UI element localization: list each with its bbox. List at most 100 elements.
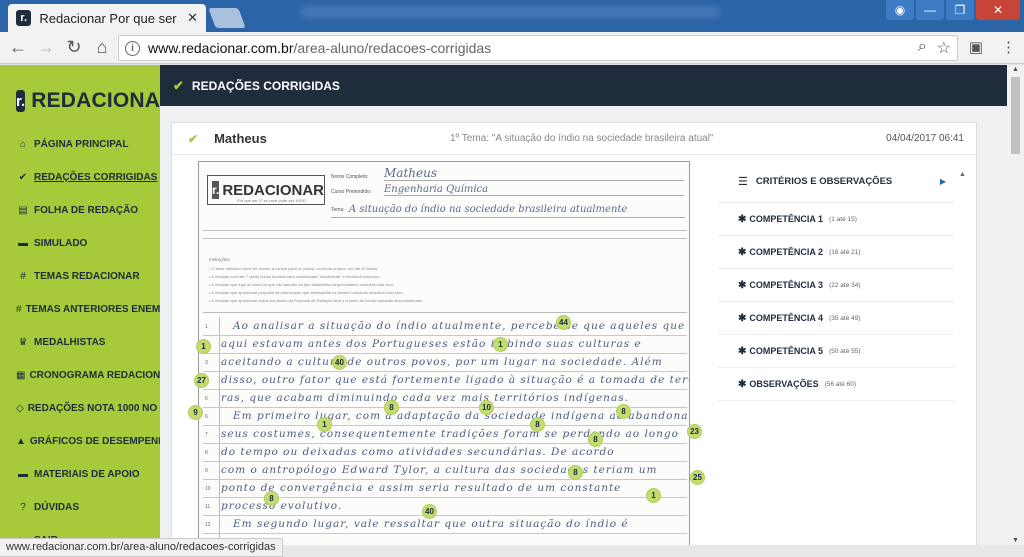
sidebar-item-cronograma[interactable]: ▦CRONOGRAMA REDACIONAR (0, 359, 160, 392)
sidebar-item-label: DÚVIDAS (34, 502, 80, 513)
correction-marker[interactable]: 8 (530, 417, 545, 432)
correction-marker[interactable]: 10 (479, 400, 494, 415)
background-window-title (300, 6, 720, 18)
asterisk-icon: ✱ (738, 279, 747, 291)
hashtag-icon: # (16, 304, 22, 315)
sidebar-item-folha-de-redacao[interactable]: ▤ FOLHA DE REDAÇÃO (0, 194, 160, 227)
correction-marker[interactable]: 40 (422, 504, 437, 519)
essay-line: aqui estavam antes dos Portugueses estão… (221, 338, 642, 350)
page-header: ✔ REDAÇÕES CORRIGIDAS (160, 65, 1007, 106)
correction-marker[interactable]: 8 (264, 491, 279, 506)
sheet-logo-mark-icon: r. (212, 181, 220, 199)
url-host: www.redacionar.com.br (148, 40, 294, 56)
ruled-line (203, 443, 687, 444)
address-bar[interactable]: i www.redacionar.com.br/area-aluno/redac… (118, 35, 958, 61)
criterion-competencia-2[interactable]: ✱ COMPETÊNCIA 2 (16 até 21) (718, 236, 954, 269)
criteria-panel-header[interactable]: ☰ CRITÉRIOS E OBSERVAÇÕES ▶ (718, 161, 954, 203)
minimize-icon[interactable]: — (916, 0, 944, 20)
correction-marker[interactable]: 27 (194, 373, 209, 388)
line-number: 11 (205, 504, 211, 510)
site-info-icon[interactable]: i (125, 40, 140, 56)
chevron-right-icon[interactable]: ▶ (940, 177, 946, 186)
correction-marker[interactable]: 8 (616, 404, 631, 419)
scroll-down-arrow-icon[interactable]: ▼ (1012, 537, 1019, 544)
essay-line: disso, outro fator que está fortemente l… (221, 374, 690, 386)
ruled-line (203, 515, 687, 516)
home-icon: ⌂ (19, 139, 27, 150)
back-arrow-icon[interactable]: ← (4, 37, 32, 58)
essay-card-header[interactable]: ✔ Matheus 1º Tema: "A situação do índio … (172, 123, 976, 155)
site-logo[interactable]: r. REDACIONAR (0, 65, 160, 121)
sidebar-item-graficos[interactable]: ▲ GRÁFICOS DE DESEMPENHO (0, 425, 160, 458)
sheet-divider (203, 238, 687, 239)
criterion-competencia-5[interactable]: ✱ COMPETÊNCIA 5 (50 até 55) (718, 335, 954, 368)
criterion-range: (22 até 34) (829, 281, 861, 289)
asterisk-icon: ✱ (738, 312, 747, 324)
correction-marker[interactable]: 1 (646, 488, 661, 503)
sidebar-item-simulado[interactable]: ▬ SIMULADO (0, 227, 160, 260)
forward-arrow-icon[interactable]: → (32, 37, 60, 58)
sidebar-item-temas-anteriores-enem[interactable]: # TEMAS ANTERIORES ENEM (0, 293, 160, 326)
sidebar-item-materiais-de-apoio[interactable]: ▬ MATERIAIS DE APOIO (0, 458, 160, 491)
logo-text: REDACIONAR (31, 89, 160, 112)
criterion-range: (50 até 55) (829, 347, 861, 355)
extension-icon[interactable]: ▣ (969, 38, 983, 56)
essay-line: processo evolutivo. (221, 500, 343, 512)
new-tab-button[interactable] (208, 8, 246, 28)
instructions-title: Instruções (209, 257, 230, 262)
sidebar-item-duvidas[interactable]: ? DÚVIDAS (0, 491, 160, 524)
scroll-up-arrow-icon[interactable]: ▲ (1012, 66, 1019, 73)
sidebar-item-medalhistas[interactable]: ♛ MEDALHISTAS (0, 326, 160, 359)
reload-icon[interactable]: ↻ (60, 37, 88, 58)
correction-marker[interactable]: 8 (568, 465, 583, 480)
sidebar-item-redacoes-nota-1000[interactable]: ◇REDAÇÕES NOTA 1000 NO ENEM (0, 392, 160, 425)
correction-marker[interactable]: 40 (332, 355, 347, 370)
question-icon: ? (20, 502, 26, 513)
browser-titlebar: r. Redacionar Por que ser 1 ✕ ◉ — ❐ ✕ (0, 0, 1024, 32)
browser-tab[interactable]: r. Redacionar Por que ser 1 ✕ (8, 4, 206, 32)
panel-scrollbar[interactable]: ▲ (959, 163, 967, 543)
correction-marker[interactable]: 1 (493, 337, 508, 352)
name-field-line (384, 180, 684, 181)
correction-marker[interactable]: 1 (317, 417, 332, 432)
zoom-search-icon[interactable]: ⌕ (918, 38, 927, 58)
home-icon[interactable]: ⌂ (88, 37, 116, 58)
sidebar-item-redacoes-corrigidas[interactable]: ✔ REDAÇÕES CORRIGIDAS (0, 161, 160, 194)
user-profile-icon[interactable]: ◉ (886, 0, 914, 20)
ruled-line (203, 389, 687, 390)
correction-marker[interactable]: 1 (196, 339, 211, 354)
scroll-up-icon[interactable]: ▲ (959, 171, 966, 178)
line-number-column (219, 317, 220, 545)
page-scrollbar[interactable]: ▲ ▼ (1007, 65, 1024, 545)
close-tab-icon[interactable]: ✕ (187, 10, 198, 26)
correction-marker[interactable]: 8 (384, 400, 399, 415)
url-path: /area-aluno/redacoes-corrigidas (293, 40, 492, 56)
sheet-logo-text: REDACIONAR (222, 181, 325, 199)
correction-marker[interactable]: 23 (687, 424, 702, 439)
criterion-competencia-3[interactable]: ✱ COMPETÊNCIA 3 (22 até 34) (718, 269, 954, 302)
correction-marker[interactable]: 9 (188, 405, 203, 420)
criterion-competencia-1[interactable]: ✱ COMPETÊNCIA 1 (1 até 15) (718, 203, 954, 236)
sidebar-item-pagina-principal[interactable]: ⌂ PÁGINA PRINCIPAL (0, 128, 160, 161)
scrollbar-thumb[interactable] (1011, 77, 1020, 154)
name-field-label: Nome Completo: (331, 174, 369, 180)
criterion-name: COMPETÊNCIA 5 (749, 346, 824, 356)
bookmark-star-icon[interactable]: ☆ (937, 38, 951, 58)
book-icon: ▬ (18, 469, 28, 480)
correction-marker[interactable]: 25 (690, 470, 705, 485)
essay-line: Em segundo lugar, vale ressaltar que out… (233, 518, 629, 530)
sidebar-item-label: MEDALHISTAS (34, 337, 106, 348)
browser-menu-icon[interactable]: ⋮ (1001, 38, 1016, 56)
essay-theme: 1º Tema: "A situação do índio na socieda… (450, 133, 714, 144)
criterion-range: (56 até 60) (824, 380, 857, 388)
essay-line: seus costumes, consequentemente tradiçõe… (221, 428, 679, 440)
correction-marker[interactable]: 44 (556, 315, 571, 330)
criteria-panel: ☰ CRITÉRIOS E OBSERVAÇÕES ▶ ✱ COMPETÊNCIA… (718, 161, 954, 411)
criterion-competencia-4[interactable]: ✱ COMPETÊNCIA 4 (35 até 49) (718, 302, 954, 335)
sidebar-item-temas-redacionar[interactable]: # TEMAS REDACIONAR (0, 260, 160, 293)
maximize-icon[interactable]: ❐ (946, 0, 974, 20)
close-window-icon[interactable]: ✕ (976, 0, 1020, 20)
criterion-observacoes[interactable]: ✱ OBSERVAÇÕES (56 até 60) (718, 368, 954, 401)
correction-marker[interactable]: 8 (588, 432, 603, 447)
logo-mark-icon: r. (16, 90, 26, 112)
